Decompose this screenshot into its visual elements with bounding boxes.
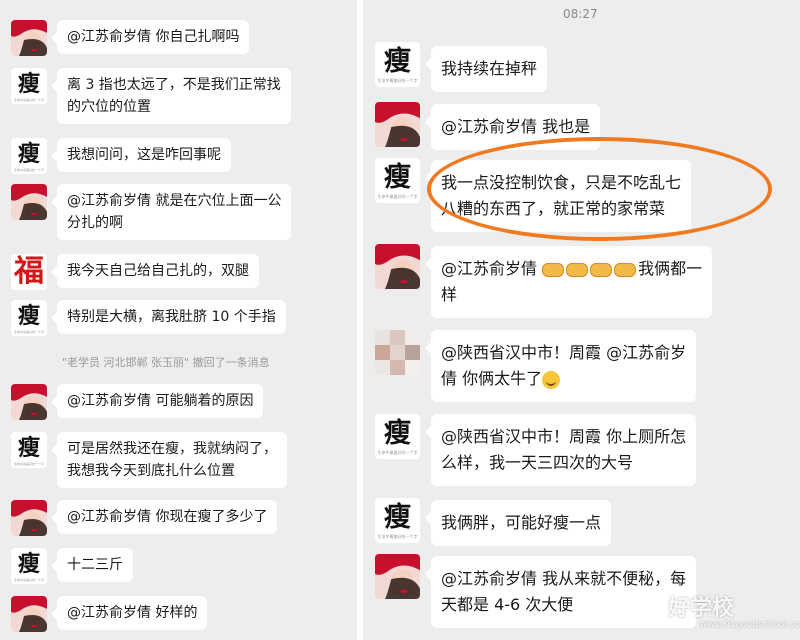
message-bubble: 我想问问，这是咋回事呢 (51, 138, 231, 172)
message-bubble: @江苏俞岁倩 我从来就不便秘，每 天都是 4-6 次大便 (424, 556, 697, 628)
avatar-shou[interactable]: 瘦生命中最美好的一个字 (375, 42, 420, 87)
message-bubble: 特别是大横，离我肚脐 10 个手指 (51, 300, 286, 334)
message-bubble: @江苏俞岁倩 就是在穴位上面一公 分扎的啊 (50, 184, 292, 240)
avatar-red-hat[interactable] (375, 102, 420, 147)
handshake-icon (590, 262, 613, 277)
message-bubble: @陕西省汉中市！周霞 @江苏俞岁 倩 你俩太牛了 (424, 330, 697, 402)
avatar-fu[interactable]: 福 (11, 254, 47, 290)
left-chat-panel: @江苏俞岁倩 你自己扎啊吗 瘦生命中最美好的一个字 离 3 指也太远了，不是我们… (0, 0, 357, 640)
handshake-icon (542, 262, 565, 277)
message-bubble: 可是居然我还在瘦，我就纳闷了， 我想我今天到底扎什么位置 (51, 432, 287, 488)
message-bubble: @江苏俞岁倩 可能躺着的原因 (50, 384, 264, 418)
handshake-icon (566, 262, 589, 277)
message-bubble: @江苏俞岁倩 你现在瘦了多少了 (50, 500, 278, 534)
avatar-red-hat[interactable] (375, 554, 420, 599)
avatar-shou[interactable]: 瘦生命中最美好的一个字 (375, 498, 420, 543)
message-text: @江苏俞岁倩 (441, 259, 543, 278)
message-text: @陕西省汉中市！周霞 @江苏俞岁 倩 你俩太牛了 (441, 343, 687, 388)
avatar-shou[interactable]: 瘦生命中最美好的一个字 (11, 432, 47, 468)
avatar-red-hat[interactable] (11, 596, 47, 632)
avatar-mosaic[interactable] (375, 330, 420, 375)
message-bubble: 我俩胖，可能好瘦一点 (424, 500, 612, 546)
message-bubble: 我持续在掉秤 (424, 46, 548, 92)
avatar-shou[interactable]: 瘦生命中最美好的一个字 (11, 548, 47, 584)
message-bubble: @江苏俞岁倩 好样的 (50, 596, 208, 630)
avatar-shou[interactable]: 瘦生命中最美好的一个字 (11, 138, 47, 174)
avatar-red-hat[interactable] (11, 184, 47, 220)
avatar-red-hat[interactable] (11, 384, 47, 420)
highlight-circle (427, 137, 772, 241)
recall-notice: "老学员 河北邯郸 张玉丽" 撤回了一条消息 (62, 356, 270, 369)
timestamp: 08:27 (563, 7, 598, 21)
message-bubble: 我今天自己给自己扎的，双腿 (51, 254, 259, 288)
avatar-shou[interactable]: 瘦生命中最美好的一个字 (11, 300, 47, 336)
avatar-shou[interactable]: 瘦生命中最美好的一个字 (11, 68, 47, 104)
message-bubble: @陕西省汉中市！周霞 你上厕所怎 么样，我一天三四次的大号 (424, 414, 697, 486)
message-bubble: 十二三斤 (51, 548, 133, 582)
avatar-red-hat[interactable] (11, 500, 47, 536)
right-chat-panel: 08:27 瘦生命中最美好的一个字 我持续在掉秤 @江苏俞岁倩 我也是 瘦生命中… (363, 0, 800, 640)
avatar-red-hat[interactable] (11, 20, 47, 56)
message-bubble: @江苏俞岁倩 我俩都一 样 (424, 246, 713, 318)
handshake-icon (614, 262, 637, 277)
avatar-shou[interactable]: 瘦生命中最美好的一个字 (375, 158, 420, 203)
avatar-shou[interactable]: 瘦生命中最美好的一个字 (375, 414, 420, 459)
watermark-url: www.91goodschool.com (700, 620, 800, 630)
watermark-logo: 好学校 (668, 596, 735, 621)
message-bubble: @江苏俞岁倩 你自己扎啊吗 (50, 20, 250, 54)
smile-icon (542, 370, 561, 389)
message-bubble: 离 3 指也太远了，不是我们正常找 的穴位的位置 (51, 68, 291, 124)
avatar-red-hat[interactable] (375, 244, 420, 289)
